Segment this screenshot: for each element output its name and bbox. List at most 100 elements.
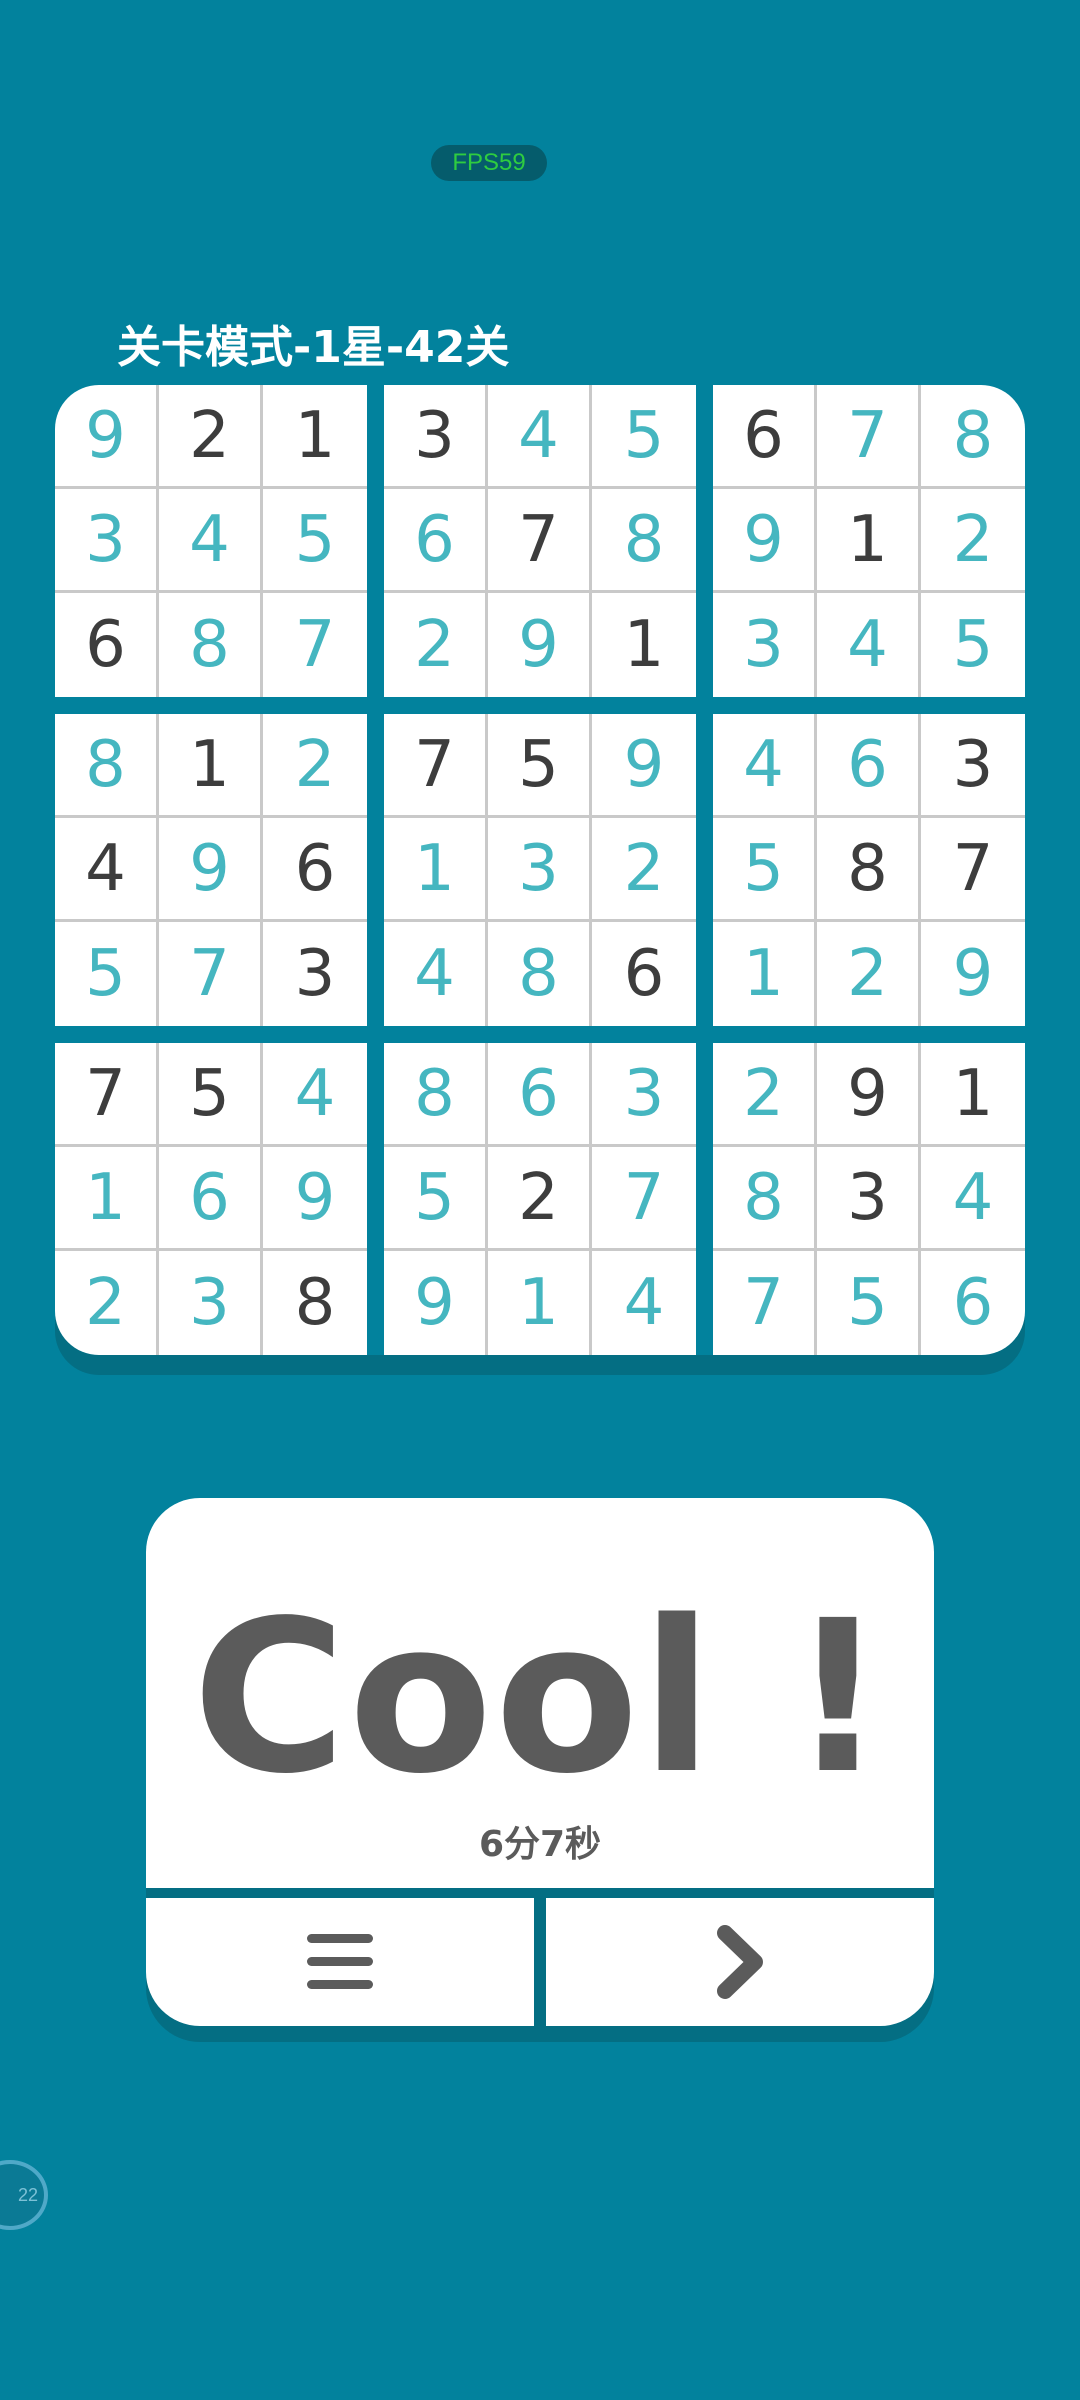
sudoku-cell[interactable]: 4 [159, 489, 263, 593]
sudoku-cell[interactable]: 5 [384, 1147, 488, 1251]
chevron-right-icon [717, 1925, 763, 1999]
sudoku-cell[interactable]: 7 [488, 489, 592, 593]
sudoku-cell[interactable]: 1 [817, 489, 921, 593]
sudoku-cell[interactable]: 5 [921, 593, 1025, 697]
sudoku-cell[interactable]: 3 [55, 489, 159, 593]
sudoku-cell[interactable]: 7 [159, 922, 263, 1026]
sudoku-box: 759132486 [384, 714, 696, 1026]
sudoku-box: 345678291 [384, 385, 696, 697]
sudoku-cell[interactable]: 6 [488, 1043, 592, 1147]
sudoku-cell[interactable]: 1 [921, 1043, 1025, 1147]
next-level-button[interactable] [546, 1898, 934, 2026]
sudoku-cell[interactable]: 7 [817, 385, 921, 489]
sudoku-cell[interactable]: 9 [263, 1147, 367, 1251]
sudoku-cell[interactable]: 2 [55, 1251, 159, 1355]
sudoku-cell[interactable]: 8 [159, 593, 263, 697]
sudoku-cell[interactable]: 2 [921, 489, 1025, 593]
menu-icon [307, 1934, 373, 1989]
sudoku-box: 291834756 [713, 1043, 1025, 1355]
sudoku-cell[interactable]: 4 [488, 385, 592, 489]
sudoku-box: 463587129 [713, 714, 1025, 1026]
sudoku-cell[interactable]: 5 [592, 385, 696, 489]
sudoku-box: 754169238 [55, 1043, 367, 1355]
sudoku-cell[interactable]: 9 [384, 1251, 488, 1355]
sudoku-cell[interactable]: 5 [263, 489, 367, 593]
sudoku-box: 863527914 [384, 1043, 696, 1355]
sudoku-cell[interactable]: 8 [55, 714, 159, 818]
sudoku-cell[interactable]: 6 [817, 714, 921, 818]
sudoku-cell[interactable]: 2 [159, 385, 263, 489]
sudoku-cell[interactable]: 7 [384, 714, 488, 818]
sudoku-cell[interactable]: 2 [384, 593, 488, 697]
sudoku-cell[interactable]: 7 [921, 818, 1025, 922]
sudoku-cell[interactable]: 5 [488, 714, 592, 818]
sudoku-cell[interactable]: 2 [263, 714, 367, 818]
sudoku-cell[interactable]: 4 [817, 593, 921, 697]
sudoku-cell[interactable]: 6 [55, 593, 159, 697]
sudoku-cell[interactable]: 2 [488, 1147, 592, 1251]
sudoku-cell[interactable]: 3 [159, 1251, 263, 1355]
sudoku-cell[interactable]: 7 [263, 593, 367, 697]
sudoku-cell[interactable]: 6 [921, 1251, 1025, 1355]
sudoku-cell[interactable]: 1 [263, 385, 367, 489]
sudoku-cell[interactable]: 7 [713, 1251, 817, 1355]
sudoku-cell[interactable]: 2 [817, 922, 921, 1026]
sudoku-cell[interactable]: 3 [921, 714, 1025, 818]
sudoku-board: 9213456873456782916789123458124965737591… [55, 385, 1025, 1355]
sudoku-cell[interactable]: 9 [592, 714, 696, 818]
sudoku-cell[interactable]: 5 [817, 1251, 921, 1355]
sudoku-cell[interactable]: 8 [921, 385, 1025, 489]
sudoku-cell[interactable]: 3 [263, 922, 367, 1026]
sudoku-cell[interactable]: 1 [159, 714, 263, 818]
sudoku-cell[interactable]: 6 [713, 385, 817, 489]
sudoku-cell[interactable]: 8 [263, 1251, 367, 1355]
sudoku-cell[interactable]: 8 [592, 489, 696, 593]
sudoku-cell[interactable]: 8 [488, 922, 592, 1026]
sudoku-cell[interactable]: 7 [592, 1147, 696, 1251]
level-title: 关卡模式-1星-42关 [117, 322, 510, 373]
sudoku-cell[interactable]: 4 [384, 922, 488, 1026]
sudoku-cell[interactable]: 8 [817, 818, 921, 922]
sudoku-cell[interactable]: 1 [713, 922, 817, 1026]
sudoku-cell[interactable]: 3 [713, 593, 817, 697]
sudoku-cell[interactable]: 1 [55, 1147, 159, 1251]
fps-badge: FPS59 [431, 145, 547, 181]
menu-button[interactable] [146, 1898, 534, 2026]
sudoku-cell[interactable]: 3 [592, 1043, 696, 1147]
sudoku-cell[interactable]: 3 [488, 818, 592, 922]
sudoku-cell[interactable]: 4 [592, 1251, 696, 1355]
sudoku-cell[interactable]: 4 [263, 1043, 367, 1147]
sudoku-cell[interactable]: 3 [817, 1147, 921, 1251]
sudoku-cell[interactable]: 5 [55, 922, 159, 1026]
sudoku-cell[interactable]: 2 [592, 818, 696, 922]
sudoku-cell[interactable]: 6 [592, 922, 696, 1026]
sudoku-cell[interactable]: 6 [384, 489, 488, 593]
sudoku-cell[interactable]: 8 [384, 1043, 488, 1147]
sudoku-cell[interactable]: 9 [921, 922, 1025, 1026]
sudoku-cell[interactable]: 4 [713, 714, 817, 818]
sudoku-cell[interactable]: 1 [384, 818, 488, 922]
sudoku-cell[interactable]: 6 [263, 818, 367, 922]
sudoku-cell[interactable]: 9 [159, 818, 263, 922]
floating-assist-ball[interactable]: 22 [0, 2160, 48, 2230]
sudoku-cell[interactable]: 1 [488, 1251, 592, 1355]
elapsed-time: 6分7秒 [478, 1824, 602, 1865]
sudoku-box: 921345687 [55, 385, 367, 697]
sudoku-cell[interactable]: 5 [159, 1043, 263, 1147]
sudoku-cell[interactable]: 9 [817, 1043, 921, 1147]
result-card: Cool ! 6分7秒 [146, 1498, 934, 1888]
sudoku-cell[interactable]: 4 [55, 818, 159, 922]
sudoku-cell[interactable]: 9 [713, 489, 817, 593]
sudoku-box: 812496573 [55, 714, 367, 1026]
sudoku-cell[interactable]: 1 [592, 593, 696, 697]
sudoku-cell[interactable]: 5 [713, 818, 817, 922]
sudoku-cell[interactable]: 9 [488, 593, 592, 697]
sudoku-cell[interactable]: 4 [921, 1147, 1025, 1251]
sudoku-box: 678912345 [713, 385, 1025, 697]
sudoku-cell[interactable]: 9 [55, 385, 159, 489]
sudoku-cell[interactable]: 2 [713, 1043, 817, 1147]
sudoku-cell[interactable]: 7 [55, 1043, 159, 1147]
sudoku-cell[interactable]: 6 [159, 1147, 263, 1251]
sudoku-cell[interactable]: 8 [713, 1147, 817, 1251]
sudoku-cell[interactable]: 3 [384, 385, 488, 489]
